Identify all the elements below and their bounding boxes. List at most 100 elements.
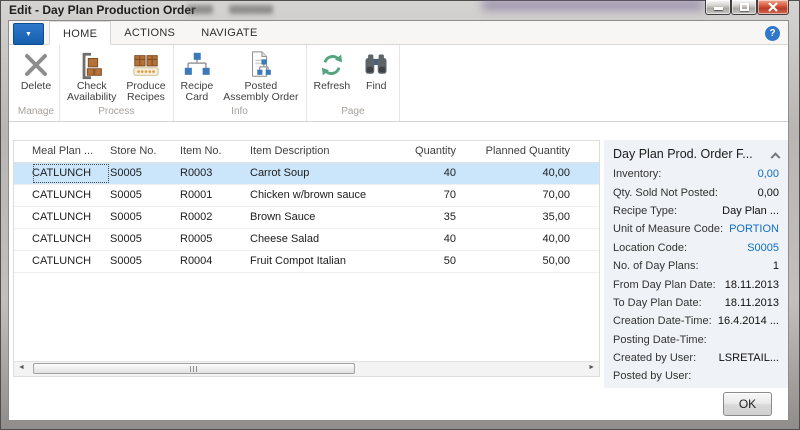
column-header-item-description[interactable]: Item Description (250, 141, 400, 162)
factbox-day-plan-prod-order: Day Plan Prod. Order F... Inventory: 0,0… (604, 140, 788, 388)
cell-planned-quantity: 50,00 (460, 251, 574, 272)
factbox-value-link[interactable]: PORTION (729, 223, 779, 235)
ok-button[interactable]: OK (723, 392, 772, 416)
factbox-field: Qty. Sold Not Posted: 0,00 (613, 183, 779, 201)
factbox-field: Created by User: LSRETAIL... (613, 349, 779, 367)
factbox-field: To Day Plan Date: 18.11.2013 (613, 294, 779, 312)
tab-home[interactable]: HOME (49, 21, 111, 45)
find-button[interactable]: Find (355, 47, 397, 105)
cell-meal-plan: CATLUNCH (32, 207, 110, 228)
factbox-title: Day Plan Prod. Order F... (613, 147, 753, 161)
cell-meal-plan: CATLUNCH (32, 251, 110, 272)
scrollbar-grip-icon (190, 366, 199, 372)
table-row[interactable]: CATLUNCH S0005 R0005 Cheese Salad 40 40,… (14, 229, 599, 251)
help-button[interactable]: ? (765, 26, 780, 41)
window-title: Edit - Day Plan Production Order (9, 0, 196, 20)
help-icon: ? (769, 28, 775, 39)
cell-meal-plan: CATLUNCH (32, 229, 110, 250)
cell-store-no: S0005 (110, 163, 180, 184)
tab-actions[interactable]: ACTIONS (111, 21, 188, 45)
table-row[interactable]: CATLUNCH S0005 R0001 Chicken w/brown sau… (14, 185, 599, 207)
window-content: ▼ HOME ACTIONS NAVIGATE ? Delete (8, 20, 789, 421)
cell-meal-plan: CATLUNCH (32, 185, 110, 206)
dropdown-icon: ▼ (25, 31, 32, 38)
table-row[interactable]: CATLUNCH S0005 R0003 Carrot Soup 40 40,0… (14, 163, 599, 185)
titlebar-tint (482, 0, 704, 10)
horizontal-scrollbar[interactable]: ◄ ► (14, 361, 599, 376)
column-header-quantity[interactable]: Quantity (400, 141, 460, 162)
column-header-planned-quantity[interactable]: Planned Quantity (460, 141, 574, 162)
close-button[interactable] (757, 0, 789, 15)
order-lines-list: Meal Plan ... Store No. Item No. Item De… (13, 140, 600, 377)
factbox-field: From Day Plan Date: 18.11.2013 (613, 275, 779, 293)
cell-quantity: 70 (400, 185, 460, 206)
check-availability-button[interactable]: CheckAvailability (62, 47, 121, 105)
factbox-value: Day Plan ... (722, 205, 779, 217)
cell-item-no: R0003 (180, 163, 250, 184)
table-header-row: Meal Plan ... Store No. Item No. Item De… (14, 141, 599, 163)
cell-item-no: R0004 (180, 251, 250, 272)
titlebar: Edit - Day Plan Production Order (0, 0, 800, 20)
table-row[interactable]: CATLUNCH S0005 R0002 Brown Sauce 35 35,0… (14, 207, 599, 229)
factbox-field: No. of Day Plans: 1 (613, 257, 779, 275)
group-label-process: Process (62, 105, 171, 121)
posted-assembly-order-button[interactable]: PostedAssembly Order (218, 47, 303, 105)
cell-item-no: R0005 (180, 229, 250, 250)
group-label-page: Page (309, 105, 398, 121)
minimize-icon (714, 7, 723, 10)
cell-store-no: S0005 (110, 251, 180, 272)
factbox-value: 18.11.2013 (725, 297, 779, 309)
table-row[interactable]: CATLUNCH S0005 R0004 Fruit Compot Italia… (14, 251, 599, 273)
factbox-field: Inventory: 0,00 (613, 165, 779, 183)
scrollbar-thumb[interactable] (33, 363, 355, 374)
cell-item-no: R0002 (180, 207, 250, 228)
delete-button[interactable]: Delete (15, 47, 57, 105)
recipe-card-button[interactable]: RecipeCard (176, 47, 219, 105)
cell-planned-quantity: 70,00 (460, 185, 574, 206)
factbox-value: 16.4.2014 ... (718, 315, 779, 327)
factbox-field: Posting Date-Time: (613, 331, 779, 349)
refresh-button[interactable]: Refresh (309, 47, 356, 105)
app-window: Edit - Day Plan Production Order ▼ HOME … (0, 0, 800, 430)
factbox-value-link[interactable]: S0005 (747, 242, 779, 254)
column-header-store-no[interactable]: Store No. (110, 141, 180, 162)
cell-quantity: 40 (400, 163, 460, 184)
ribbon-tab-strip: ▼ HOME ACTIONS NAVIGATE ? (9, 21, 788, 45)
cell-quantity: 35 (400, 207, 460, 228)
check-availability-icon (76, 49, 108, 81)
window-controls (705, 0, 789, 15)
factbox-value: 0,00 (758, 187, 779, 199)
ribbon-group-page: Refresh (307, 45, 401, 121)
find-icon (360, 49, 392, 81)
group-label-info: Info (176, 105, 304, 121)
delete-icon (20, 49, 52, 81)
cell-item-description: Carrot Soup (250, 163, 400, 184)
maximize-button[interactable] (731, 0, 757, 15)
ribbon: Delete Manage (9, 45, 788, 122)
produce-recipes-icon (130, 49, 162, 81)
group-label-manage: Manage (15, 105, 57, 121)
scroll-right-icon[interactable]: ► (588, 364, 595, 371)
maximize-icon (740, 3, 749, 11)
application-menu-button[interactable]: ▼ (13, 23, 44, 45)
cell-quantity: 40 (400, 229, 460, 250)
scroll-left-icon[interactable]: ◄ (18, 364, 25, 371)
produce-recipes-button[interactable]: ProduceRecipes (121, 47, 170, 105)
cell-planned-quantity: 40,00 (460, 163, 574, 184)
minimize-button[interactable] (705, 0, 731, 15)
factbox-field: Location Code: S0005 (613, 239, 779, 257)
column-header-item-no[interactable]: Item No. (180, 141, 250, 162)
factbox-field: Recipe Type: Day Plan ... (613, 202, 779, 220)
factbox-field: Posted by User: (613, 367, 779, 385)
factbox-field: Creation Date-Time: 16.4.2014 ... (613, 312, 779, 330)
redacted-text (187, 5, 213, 14)
tab-navigate[interactable]: NAVIGATE (188, 21, 270, 45)
recipe-card-icon (181, 49, 213, 81)
refresh-icon (316, 49, 348, 81)
factbox-value: 18.11.2013 (725, 279, 779, 291)
column-header-meal-plan[interactable]: Meal Plan ... (32, 141, 110, 162)
factbox-value-link[interactable]: 0,00 (758, 168, 779, 180)
collapse-icon[interactable] (771, 152, 781, 162)
cell-quantity: 50 (400, 251, 460, 272)
factbox-value: 1 (773, 260, 779, 272)
